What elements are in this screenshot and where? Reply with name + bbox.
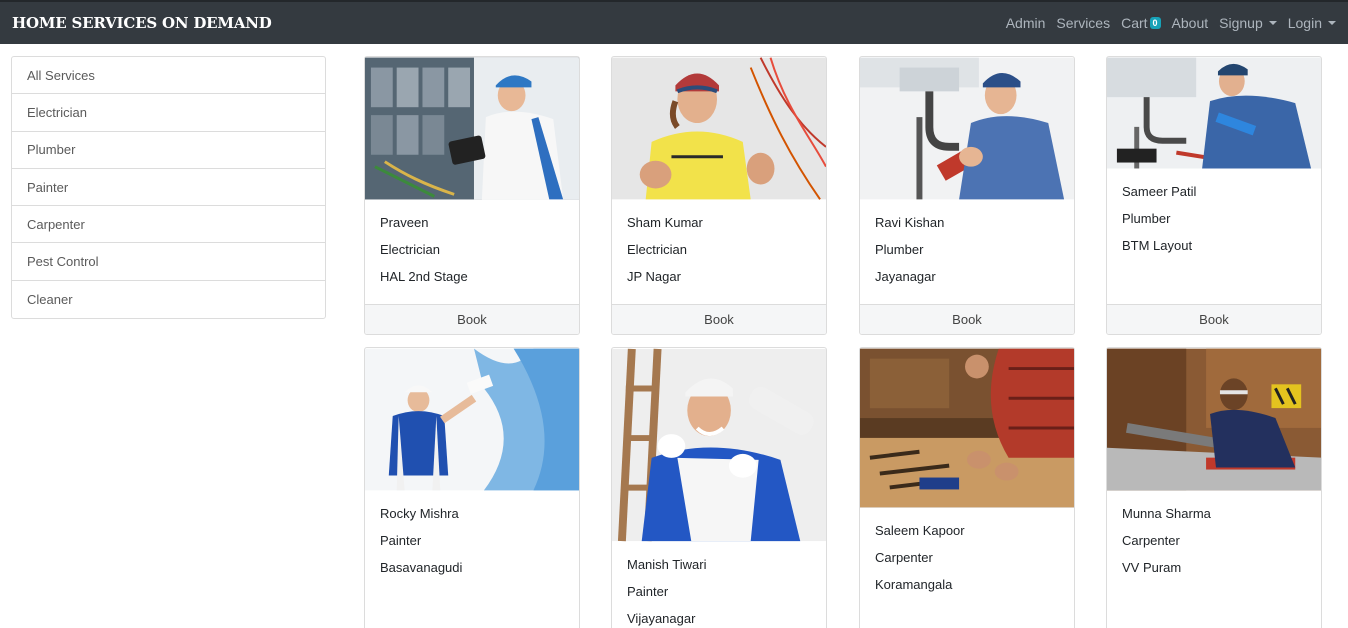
provider-card: Manish Tiwari Painter Vijayanagar — [611, 347, 827, 628]
carpenter-photo-icon — [860, 348, 1074, 508]
caret-down-icon — [1328, 21, 1336, 25]
painter-photo-icon — [365, 348, 579, 491]
category-painter[interactable]: Painter — [12, 169, 325, 207]
provider-location: JP Nagar — [627, 269, 681, 284]
plumber-photo-icon — [860, 57, 1074, 200]
provider-card: Rocky Mishra Painter Basavanagudi — [364, 347, 580, 628]
provider-location: HAL 2nd Stage — [380, 269, 468, 284]
provider-name: Sameer Patil — [1122, 184, 1197, 199]
provider-location: Koramangala — [875, 577, 953, 592]
nav-admin-link[interactable]: Admin — [1006, 15, 1046, 31]
provider-location: BTM Layout — [1122, 238, 1193, 253]
provider-name: Saleem Kapoor — [875, 523, 965, 538]
provider-location: Jayanagar — [875, 269, 936, 284]
nav-services-link[interactable]: Services — [1056, 15, 1110, 31]
electrician-photo-icon — [365, 57, 579, 200]
nav-about-link[interactable]: About — [1172, 15, 1209, 31]
carpenter-photo-icon — [1107, 348, 1321, 491]
provider-name: Rocky Mishra — [380, 506, 459, 521]
provider-service: Painter — [380, 533, 422, 548]
provider-service: Carpenter — [1122, 533, 1180, 548]
nav-links: Admin Services Cart 0 About Signup Login — [1006, 15, 1336, 31]
provider-service: Carpenter — [875, 550, 933, 565]
category-pest-control[interactable]: Pest Control — [12, 243, 325, 281]
painter-photo-icon — [612, 348, 826, 542]
electrician-photo-icon — [612, 57, 826, 200]
category-plumber[interactable]: Plumber — [12, 132, 325, 169]
book-button[interactable]: Book — [1107, 304, 1321, 334]
book-button[interactable]: Book — [365, 304, 579, 334]
book-button[interactable]: Book — [860, 304, 1074, 334]
nav-services-label: Services — [1056, 15, 1111, 31]
provider-card: Sham Kumar Electrician JP Nagar Book — [611, 56, 827, 335]
nav-about-label: About — [1171, 15, 1209, 31]
service-category-list: All Services Electrician Plumber Painter… — [11, 56, 326, 320]
nav-signup-label: Signup — [1219, 15, 1263, 31]
provider-name: Sham Kumar — [627, 215, 703, 230]
category-all-services[interactable]: All Services — [12, 57, 325, 95]
provider-card: Sameer Patil Plumber BTM Layout Book — [1106, 56, 1322, 335]
provider-service: Plumber — [875, 242, 924, 257]
cart-count-badge: 0 — [1149, 17, 1161, 29]
provider-service: Electrician — [627, 242, 687, 257]
provider-location: Basavanagudi — [380, 560, 463, 575]
provider-card: Saleem Kapoor Carpenter Koramangala — [859, 347, 1075, 628]
nav-cart-link[interactable]: Cart 0 — [1121, 15, 1161, 31]
provider-name: Munna Sharma — [1122, 506, 1211, 521]
nav-cart-label: Cart — [1121, 15, 1148, 31]
provider-service: Painter — [627, 584, 669, 599]
provider-name: Praveen — [380, 215, 429, 230]
caret-down-icon — [1268, 21, 1277, 25]
nav-admin-label: Admin — [1005, 15, 1046, 31]
nav-signup-dropdown[interactable]: Signup — [1219, 15, 1277, 31]
provider-card: Munna Sharma Carpenter VV Puram — [1106, 347, 1322, 628]
top-navbar: HOME SERVICES ON DEMAND Admin Services C… — [0, 0, 1348, 44]
provider-location: VV Puram — [1122, 560, 1182, 575]
category-cleaner[interactable]: Cleaner — [12, 281, 325, 318]
provider-card: Praveen Electrician HAL 2nd Stage Book — [364, 56, 580, 335]
provider-name: Manish Tiwari — [627, 557, 707, 572]
provider-service: Electrician — [380, 242, 440, 257]
provider-card: Ravi Kishan Plumber Jayanagar Book — [859, 56, 1075, 335]
nav-login-label: Login — [1287, 15, 1322, 31]
plumber-photo-icon — [1107, 57, 1321, 169]
category-electrician[interactable]: Electrician — [12, 94, 325, 132]
category-carpenter[interactable]: Carpenter — [12, 206, 325, 244]
provider-location: Vijayanagar — [627, 611, 696, 626]
book-button[interactable]: Book — [612, 304, 826, 334]
brand-title[interactable]: HOME SERVICES ON DEMAND — [12, 14, 272, 32]
provider-name: Ravi Kishan — [875, 215, 945, 230]
provider-service: Plumber — [1122, 211, 1171, 226]
nav-login-dropdown[interactable]: Login — [1288, 15, 1336, 31]
